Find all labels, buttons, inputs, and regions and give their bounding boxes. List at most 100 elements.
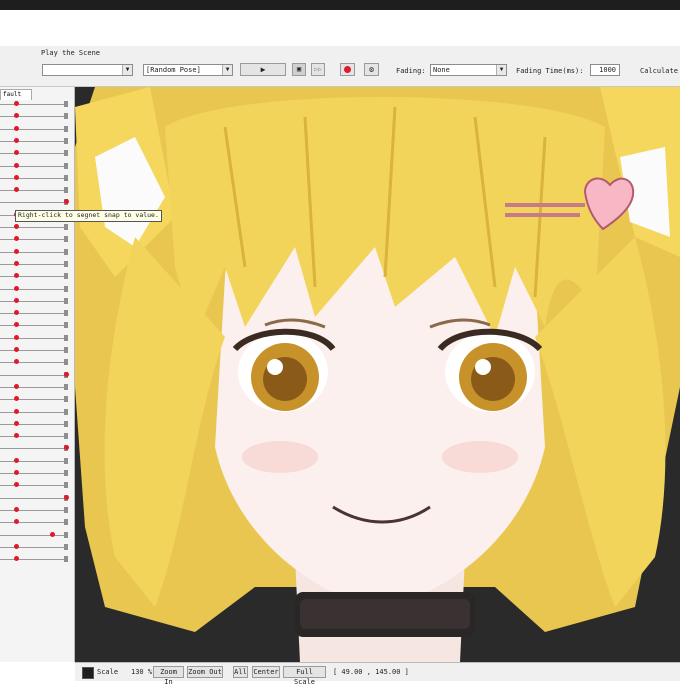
skip-button[interactable]: ▷▷ xyxy=(311,63,325,76)
parameter-slider[interactable] xyxy=(0,187,70,194)
parameter-slider[interactable] xyxy=(0,101,70,107)
parameter-slider[interactable] xyxy=(0,408,70,415)
slider-value-marker[interactable] xyxy=(50,531,55,537)
zoom-out-button[interactable]: Zoom Out xyxy=(187,666,223,678)
slider-value-marker[interactable] xyxy=(14,236,19,242)
parameter-slider[interactable] xyxy=(0,420,70,427)
slider-value-marker[interactable] xyxy=(14,506,19,512)
fading-select[interactable]: None ▼ xyxy=(430,64,507,76)
slider-value-marker[interactable] xyxy=(14,162,19,168)
slider-value-marker[interactable] xyxy=(14,273,19,279)
tab-default[interactable]: fault xyxy=(0,89,32,100)
slider-value-marker[interactable] xyxy=(14,556,19,562)
parameter-slider[interactable] xyxy=(0,310,70,317)
slider-value-marker[interactable] xyxy=(14,125,19,131)
parameter-slider[interactable] xyxy=(0,543,70,550)
parameter-slider[interactable] xyxy=(0,322,70,329)
slider-default-marker xyxy=(64,396,68,403)
scene-toolbar: Play the Scene ▼ [Random Pose] ▼ ▶ ▣ ▷▷ … xyxy=(0,46,680,87)
parameter-slider[interactable] xyxy=(0,236,70,243)
parameter-slider[interactable] xyxy=(0,174,70,181)
parameter-slider[interactable] xyxy=(0,150,70,157)
slider-value-marker[interactable] xyxy=(14,457,19,463)
loop-toggle-button[interactable]: ▣ xyxy=(292,63,306,76)
parameter-slider[interactable] xyxy=(0,248,70,255)
slider-value-marker[interactable] xyxy=(14,101,19,106)
parameter-slider[interactable] xyxy=(0,273,70,280)
scene-select[interactable]: ▼ xyxy=(42,64,133,76)
parameter-slider[interactable] xyxy=(0,297,70,304)
slider-value-marker[interactable] xyxy=(64,199,69,205)
slider-value-marker[interactable] xyxy=(14,224,19,229)
slider-value-marker[interactable] xyxy=(14,322,19,328)
parameter-slider[interactable] xyxy=(0,347,70,353)
parameter-slider[interactable] xyxy=(0,224,70,230)
play-button[interactable]: ▶ xyxy=(240,63,286,76)
parameter-slider[interactable] xyxy=(0,260,70,267)
parameter-slider[interactable] xyxy=(0,494,70,501)
slider-value-marker[interactable] xyxy=(64,494,69,500)
chevron-down-icon[interactable]: ▼ xyxy=(496,65,506,75)
slider-value-marker[interactable] xyxy=(14,543,19,549)
settings-button[interactable]: ⚙ xyxy=(364,63,379,76)
slider-value-marker[interactable] xyxy=(14,285,19,291)
slider-value-marker[interactable] xyxy=(14,150,19,156)
slider-value-marker[interactable] xyxy=(14,297,19,303)
parameter-slider[interactable] xyxy=(0,371,70,378)
parameter-slider[interactable] xyxy=(0,470,70,476)
parameter-slider[interactable] xyxy=(0,359,70,366)
parameter-slider[interactable] xyxy=(0,113,70,120)
slider-value-marker[interactable] xyxy=(14,187,19,193)
parameter-slider[interactable] xyxy=(0,482,70,489)
chevron-down-icon[interactable]: ▼ xyxy=(122,65,132,75)
slider-value-marker[interactable] xyxy=(64,371,69,377)
center-button[interactable]: Center xyxy=(252,666,280,678)
parameter-slider[interactable] xyxy=(0,334,70,341)
parameter-slider[interactable] xyxy=(0,433,70,440)
slider-value-marker[interactable] xyxy=(14,470,19,475)
slider-value-marker[interactable] xyxy=(14,482,19,488)
slider-value-marker[interactable] xyxy=(14,383,19,389)
parameter-slider[interactable] xyxy=(0,519,70,526)
slider-value-marker[interactable] xyxy=(64,445,69,451)
slider-value-marker[interactable] xyxy=(14,334,19,340)
background-color-swatch[interactable] xyxy=(82,667,94,679)
parameter-slider[interactable] xyxy=(0,396,70,403)
parameter-slider[interactable] xyxy=(0,137,70,144)
parameter-slider[interactable] xyxy=(0,125,70,132)
chevron-down-icon[interactable]: ▼ xyxy=(222,65,232,75)
parameter-slider[interactable] xyxy=(0,162,70,169)
parameter-slider[interactable] xyxy=(0,556,70,563)
slider-value-marker[interactable] xyxy=(14,519,19,525)
slider-value-marker[interactable] xyxy=(14,433,19,439)
slider-value-marker[interactable] xyxy=(14,248,19,254)
all-button[interactable]: All xyxy=(233,666,248,678)
slider-value-marker[interactable] xyxy=(14,260,19,266)
slider-value-marker[interactable] xyxy=(14,359,19,365)
slider-value-marker[interactable] xyxy=(14,347,19,352)
slider-value-marker[interactable] xyxy=(14,396,19,402)
record-button[interactable] xyxy=(340,63,355,76)
window-header-area xyxy=(0,10,680,46)
model-preview-canvas[interactable] xyxy=(75,87,680,662)
slider-value-marker[interactable] xyxy=(14,174,19,180)
parameter-slider[interactable] xyxy=(0,285,70,292)
parameter-slider[interactable] xyxy=(0,531,70,538)
parameter-slider[interactable] xyxy=(0,445,70,452)
slider-value-marker[interactable] xyxy=(14,113,19,119)
full-scale-button[interactable]: Full Scale xyxy=(283,666,326,686)
parameter-slider[interactable] xyxy=(0,383,70,390)
fading-time-input[interactable]: 1000 xyxy=(590,64,620,76)
slider-track xyxy=(0,239,68,241)
slider-value-marker[interactable] xyxy=(14,420,19,426)
parameter-slider[interactable] xyxy=(0,457,70,464)
fast-forward-icon: ▷▷ xyxy=(314,66,322,73)
zoom-in-button[interactable]: Zoom In xyxy=(153,666,184,686)
pose-select[interactable]: [Random Pose] ▼ xyxy=(143,64,233,76)
parameter-slider[interactable] xyxy=(0,199,70,206)
slider-value-marker[interactable] xyxy=(14,408,19,414)
parameter-slider[interactable] xyxy=(0,506,70,513)
calculate-button[interactable]: Calculate xyxy=(640,67,678,75)
slider-value-marker[interactable] xyxy=(14,137,19,143)
slider-value-marker[interactable] xyxy=(14,310,19,316)
